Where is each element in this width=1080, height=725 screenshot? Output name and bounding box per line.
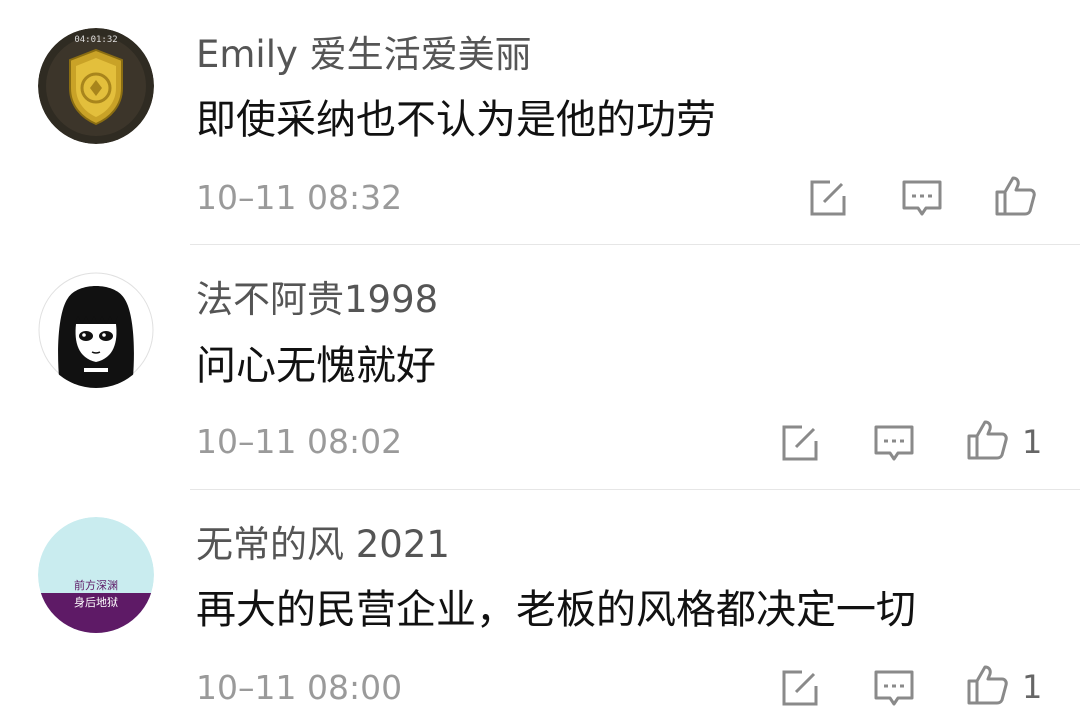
avatar[interactable]: [38, 272, 154, 388]
like-count: 1: [1022, 668, 1043, 706]
timestamp: 10–11 08:32: [196, 178, 403, 217]
thumbs-up-icon: [967, 420, 1008, 460]
comment-text: 即使采纳也不认为是他的功劳: [196, 97, 716, 143]
text-avatar-icon: 前方深渊 身后地狱: [38, 517, 154, 633]
avatar-line-2: 身后地狱: [74, 595, 118, 609]
comment-icon: [902, 180, 942, 216]
edit-button[interactable]: [778, 666, 822, 710]
edit-icon: [782, 425, 818, 461]
timestamp: 10–11 08:02: [196, 422, 403, 461]
comment-icon: [874, 425, 914, 461]
reply-button[interactable]: [900, 176, 944, 220]
timestamp: 10–11 08:00: [196, 668, 403, 707]
username[interactable]: Emily 爱生活爱美丽: [196, 36, 532, 73]
edit-button[interactable]: [778, 421, 822, 465]
edit-icon: [810, 180, 846, 216]
anime-girl-avatar-icon: [38, 272, 154, 388]
like-button[interactable]: [993, 174, 1037, 218]
like-button[interactable]: [965, 663, 1009, 707]
edit-button[interactable]: [806, 176, 850, 220]
edit-icon: [782, 670, 818, 706]
avatar-line-1: 前方深渊: [74, 578, 118, 592]
reply-button[interactable]: [872, 666, 916, 710]
reply-button[interactable]: [872, 421, 916, 465]
comment-text: 问心无愧就好: [196, 343, 436, 389]
like-button[interactable]: [965, 418, 1009, 462]
divider: [190, 244, 1080, 245]
username[interactable]: 无常的风 2021: [196, 526, 450, 563]
thumbs-up-icon: [995, 176, 1036, 216]
thumbs-up-icon: [967, 665, 1008, 705]
avatar[interactable]: 前方深渊 身后地狱: [38, 517, 154, 633]
username[interactable]: 法不阿贵1998: [196, 281, 438, 318]
avatar-badge-text: 04:01:32: [74, 35, 117, 45]
shield-icon: 04:01:32: [38, 28, 154, 144]
avatar[interactable]: 04:01:32: [38, 28, 154, 144]
comment-text: 再大的民营企业，老板的风格都决定一切: [196, 587, 916, 633]
like-count: 1: [1022, 423, 1043, 461]
comment-icon: [874, 670, 914, 706]
divider: [190, 489, 1080, 490]
